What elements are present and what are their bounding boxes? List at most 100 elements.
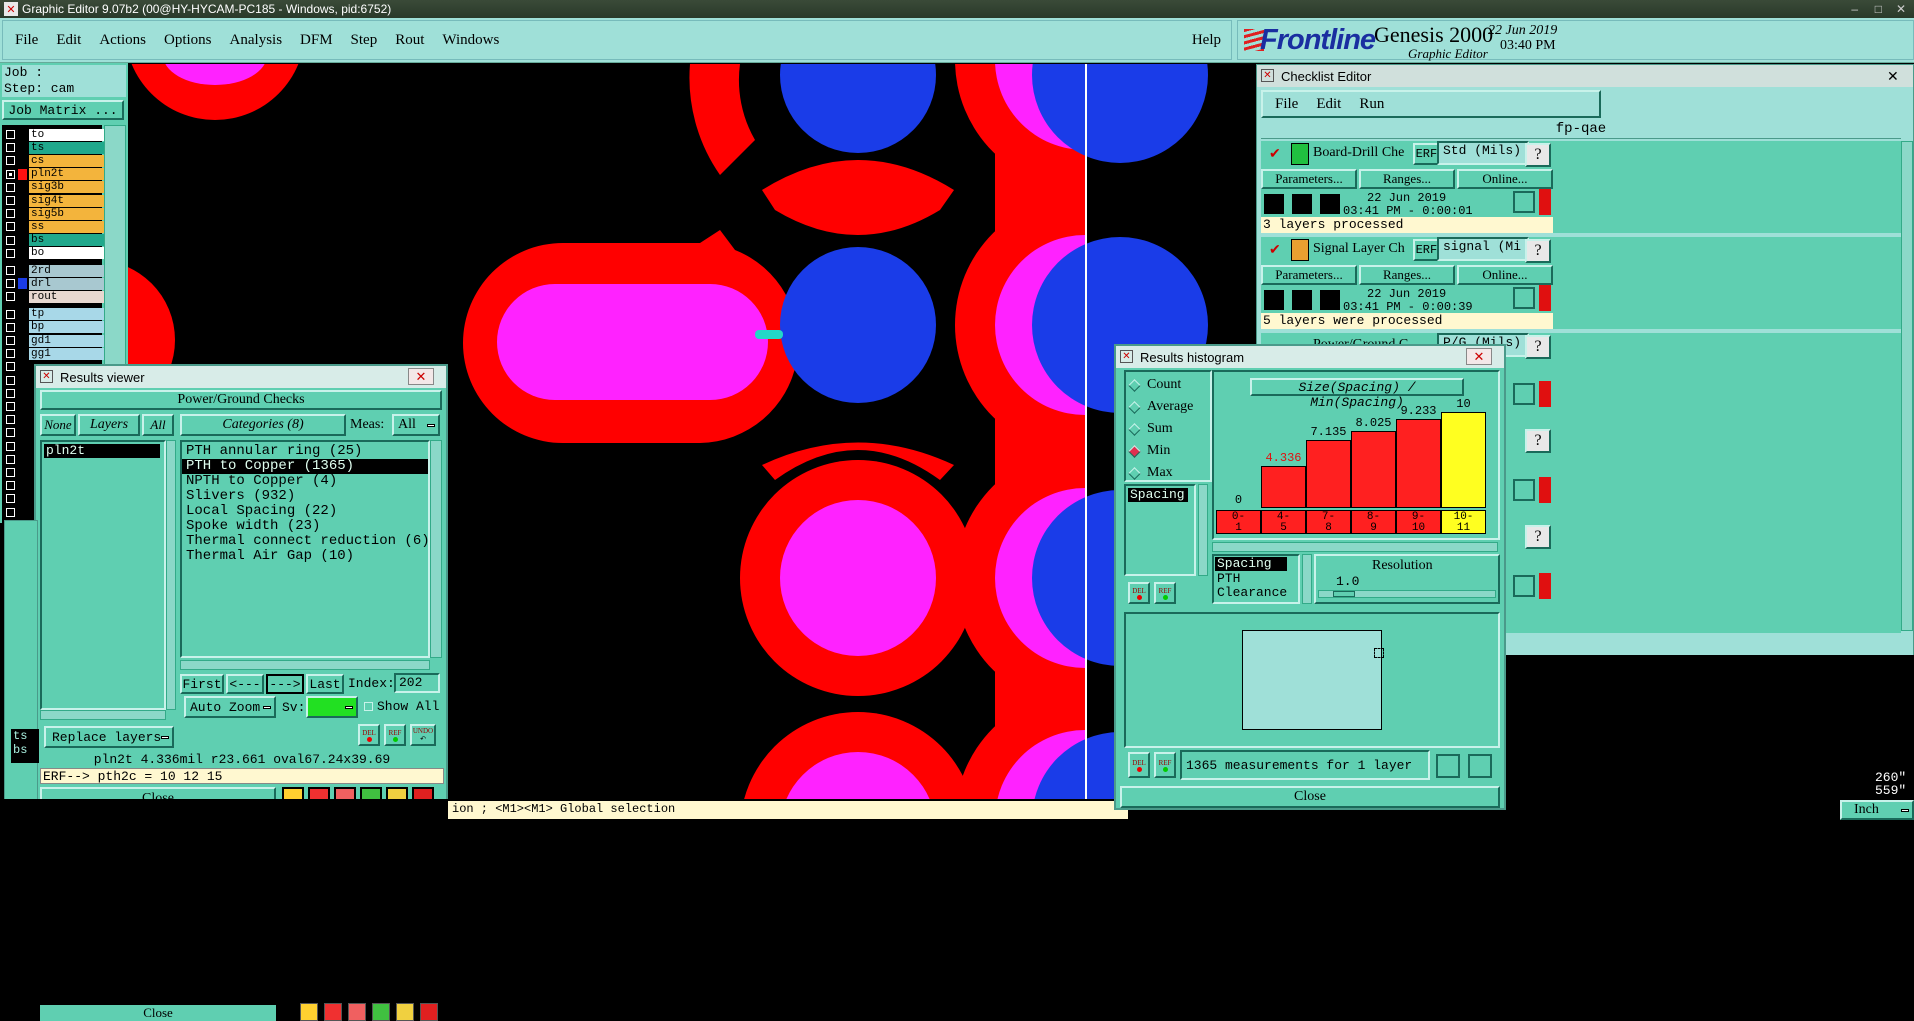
radio-selected-icon[interactable] — [1128, 444, 1141, 458]
zoom-icon[interactable] — [1513, 383, 1535, 405]
category-item[interactable]: Thermal Air Gap (10) — [182, 549, 428, 564]
index-field[interactable]: 202 — [394, 673, 440, 693]
meas-item-spacing[interactable]: Spacing — [1128, 488, 1188, 502]
layer-list-hscroll[interactable] — [40, 710, 166, 720]
type-list-vscroll[interactable] — [1302, 554, 1312, 604]
bottom-histogram-icon[interactable] — [420, 1003, 438, 1021]
run-icon-1[interactable] — [1263, 193, 1285, 215]
ranges-button[interactable]: Ranges... — [1359, 265, 1455, 285]
run-icon-3[interactable] — [1319, 193, 1341, 215]
layer-color-swatch[interactable] — [18, 247, 27, 259]
layer-color-swatch[interactable] — [18, 234, 27, 246]
layer-color-swatch[interactable] — [18, 208, 27, 220]
checklist-vscroll[interactable] — [1901, 141, 1913, 631]
layer-color-swatch[interactable] — [18, 308, 27, 320]
erf-value-field[interactable]: Std (Mils) — [1437, 141, 1529, 165]
menu-edit[interactable]: Edit — [56, 32, 81, 49]
layer-color-swatch[interactable] — [18, 278, 27, 290]
units-button[interactable]: Inch — [1840, 800, 1914, 820]
first-button[interactable]: First — [180, 674, 224, 694]
layer-checkbox[interactable] — [6, 349, 15, 359]
layer-item-pln2t[interactable]: pln2t — [44, 444, 160, 458]
layer-color-swatch[interactable] — [18, 155, 27, 167]
layer-checkbox[interactable] — [6, 209, 15, 219]
layer-checkbox[interactable] — [6, 481, 15, 491]
option-average[interactable]: Average — [1128, 398, 1193, 416]
menu-options[interactable]: Options — [164, 32, 212, 49]
layer-checkbox[interactable] — [6, 235, 15, 245]
menu-help[interactable]: Help — [1192, 32, 1221, 49]
close-window-button[interactable]: ✕ — [1896, 2, 1906, 16]
hist-del-button[interactable]: DEL — [1128, 582, 1150, 604]
zoom-icon[interactable] — [1513, 191, 1535, 213]
radio-icon[interactable] — [1128, 378, 1141, 392]
hist-del-button-2[interactable]: DEL — [1128, 752, 1150, 778]
check-mark-icon[interactable]: ✔ — [1269, 241, 1281, 258]
layer-checkbox[interactable] — [6, 130, 15, 139]
category-item[interactable]: Spoke width (23) — [182, 519, 428, 534]
layer-list-vscroll[interactable] — [166, 440, 176, 710]
layer-color-swatch[interactable] — [18, 321, 27, 333]
menu-file[interactable]: File — [15, 32, 38, 49]
categories-button[interactable]: Categories (8) — [180, 414, 346, 436]
next-button[interactable]: ---> — [266, 674, 304, 694]
layer-checkbox[interactable] — [6, 222, 15, 232]
ranges-button[interactable]: Ranges... — [1359, 169, 1455, 189]
meas-list-vscroll[interactable] — [1198, 484, 1208, 576]
slider-thumb[interactable] — [1333, 591, 1355, 597]
maximize-button[interactable]: □ — [1875, 2, 1882, 16]
replace-layers-dropdown[interactable]: Replace layers — [44, 726, 174, 748]
help-button[interactable]: ? — [1525, 143, 1551, 167]
layer-checkbox[interactable] — [6, 248, 15, 258]
layer-listbox[interactable]: pln2t — [40, 440, 166, 710]
histogram-bar[interactable] — [1396, 419, 1441, 508]
layers-button[interactable]: Layers — [78, 414, 140, 436]
check-mark-icon[interactable]: ✔ — [1269, 145, 1281, 162]
zoom-icon[interactable] — [1513, 575, 1535, 597]
histogram-bar[interactable] — [1261, 466, 1306, 508]
category-item[interactable]: Thermal connect reduction (6) — [182, 534, 430, 549]
layer-color-swatch[interactable] — [18, 181, 27, 193]
categories-listbox[interactable]: PTH annular ring (25) PTH to Copper (1365… — [180, 440, 430, 658]
export-icon[interactable] — [1436, 754, 1460, 778]
layer-color-swatch[interactable] — [18, 168, 27, 180]
online-button[interactable]: Online... — [1457, 169, 1553, 189]
hist-ref-button-2[interactable]: REF — [1154, 752, 1176, 778]
layer-checkbox[interactable] — [6, 494, 15, 504]
layer-checkbox[interactable] — [6, 169, 15, 179]
menu-step[interactable]: Step — [351, 32, 378, 49]
layer-checkbox[interactable] — [6, 156, 15, 166]
bottom-close-button[interactable]: Close — [40, 1005, 276, 1021]
layer-checkbox[interactable] — [6, 388, 15, 398]
bottom-tool-icon-5[interactable] — [396, 1003, 414, 1021]
layer-checkbox[interactable] — [6, 309, 15, 319]
results-viewer-close-icon[interactable]: ✕ — [408, 368, 434, 385]
layer-checkbox[interactable] — [6, 468, 15, 477]
option-max[interactable]: Max — [1128, 464, 1173, 482]
last-button[interactable]: Last — [306, 674, 344, 694]
layer-checkbox[interactable] — [6, 428, 15, 438]
meas-dropdown[interactable]: All — [392, 414, 440, 436]
prev-button[interactable]: <--- — [226, 674, 264, 694]
histogram-close-icon[interactable]: ✕ — [1466, 348, 1492, 365]
layer-color-swatch[interactable] — [18, 291, 27, 303]
checklist-menu-run[interactable]: Run — [1359, 96, 1384, 113]
hist-ref-button[interactable]: REF — [1154, 582, 1176, 604]
layer-checkbox[interactable] — [6, 143, 15, 153]
categories-hscroll[interactable] — [180, 660, 430, 670]
categories-vscroll[interactable] — [430, 440, 442, 658]
bottom-tool-icon-1[interactable] — [300, 1003, 318, 1021]
menu-windows[interactable]: Windows — [442, 32, 499, 49]
layer-checkbox[interactable] — [6, 322, 15, 332]
histogram-bar[interactable] — [1351, 431, 1396, 508]
category-item[interactable]: PTH to Copper (1365) — [182, 459, 428, 474]
menu-dfm[interactable]: DFM — [300, 32, 333, 49]
layer-checkbox[interactable] — [6, 454, 15, 464]
help-button[interactable]: ? — [1525, 525, 1551, 549]
zoom-icon[interactable] — [1513, 479, 1535, 501]
parameters-button[interactable]: Parameters... — [1261, 265, 1357, 285]
layer-color-swatch[interactable] — [18, 142, 27, 154]
menu-rout[interactable]: Rout — [395, 32, 424, 49]
checklist-close-icon[interactable]: ✕ — [1887, 68, 1899, 85]
help-button[interactable]: ? — [1525, 335, 1551, 359]
